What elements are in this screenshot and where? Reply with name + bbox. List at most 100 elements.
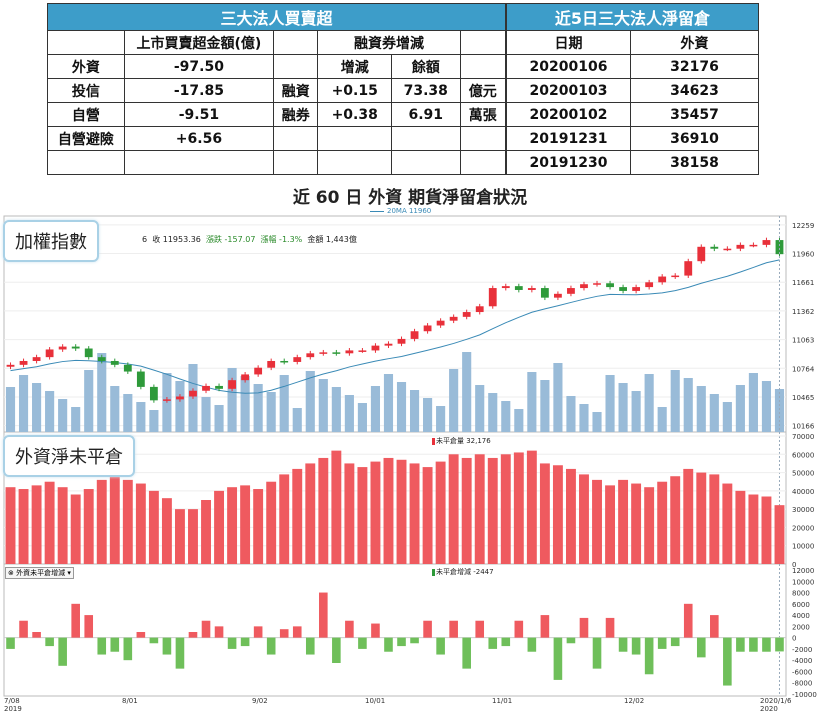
x-tick: 9/02 [252, 697, 268, 705]
oi-bar [487, 457, 498, 564]
oi-bar [148, 490, 159, 564]
change-bar [644, 637, 654, 675]
oi-bar [188, 509, 198, 564]
change-bar [188, 632, 198, 638]
oi-bar [161, 498, 172, 564]
volume-bar [32, 383, 42, 432]
price-y-tick: 10166 [792, 423, 815, 431]
oi-bar [657, 481, 668, 564]
volume-bar [18, 375, 29, 432]
volume-bar [240, 376, 250, 432]
change-y-tick: -6000 [792, 668, 812, 676]
volume-bar [514, 409, 524, 432]
volume-bar [436, 406, 446, 432]
candle [58, 346, 67, 350]
change-bar [384, 637, 393, 652]
candle [319, 352, 328, 354]
change-bar [553, 637, 563, 680]
oi-bar [292, 468, 303, 564]
candle [658, 276, 667, 283]
volume-bar [683, 378, 693, 432]
price-y-tick: 10465 [792, 394, 814, 402]
change-bar [488, 637, 498, 649]
candle [580, 284, 588, 289]
change-bar [723, 637, 732, 686]
oi-bar [70, 494, 81, 564]
candle [71, 346, 80, 349]
change-bar [670, 637, 680, 647]
change-bar [136, 632, 146, 638]
change-y-tick: 6000 [792, 601, 810, 609]
change-y-tick: 10000 [792, 578, 814, 586]
change-bar [345, 620, 354, 638]
oi-bar [318, 457, 329, 564]
candle [97, 357, 106, 361]
change-bar [201, 620, 211, 638]
oi-bar [122, 479, 133, 564]
change-bar [19, 620, 28, 638]
oi-bar [305, 463, 316, 564]
change-legend: 未平倉增減 -2447 [432, 567, 494, 577]
volume-bar [579, 404, 589, 432]
change-y-tick: 8000 [792, 590, 810, 598]
candle [149, 386, 158, 401]
candle [723, 248, 732, 251]
candle [202, 385, 210, 391]
volume-bar [58, 399, 68, 432]
change-bar [410, 637, 419, 644]
candle [228, 380, 236, 389]
volume-bar [722, 402, 732, 432]
change-bar [45, 637, 54, 647]
volume-bar [657, 407, 667, 432]
volume-bar [84, 370, 94, 432]
oi-bar [279, 474, 290, 564]
volume-bar [409, 390, 420, 432]
candle [475, 306, 484, 313]
x-tick-year: 2020 [760, 705, 778, 713]
chevron-down-icon[interactable]: ▾ [67, 568, 71, 578]
candle [163, 399, 171, 401]
oi-bar [396, 459, 407, 564]
change-bar [775, 637, 784, 652]
oi-legend: 未平倉量 32,176 [432, 436, 491, 446]
candle [606, 283, 614, 288]
oi-bar [644, 487, 655, 564]
candle [332, 352, 341, 354]
index-info-bar: 6 收 11953.36 漲跌 -157.07 漲幅 -1.3% 金額 1,44… [142, 235, 357, 244]
oi-y-tick: 30000 [792, 506, 814, 514]
change-bar [162, 637, 172, 655]
x-tick: 7/08 [4, 697, 20, 705]
change-y-tick: 12000 [792, 567, 814, 575]
change-bar [332, 637, 341, 663]
volume-bar [488, 393, 498, 432]
price-panel-frame [3, 215, 787, 433]
candle [123, 364, 132, 372]
candle [593, 283, 601, 285]
oi-bar [174, 509, 185, 564]
close-icon[interactable]: ⊗ [8, 568, 14, 578]
change-bar [358, 637, 367, 649]
change-y-tick: -10000 [792, 691, 817, 699]
oi-bar [44, 481, 55, 564]
candle [671, 275, 680, 278]
oi-y-tick: 10000 [792, 543, 814, 551]
change-bar [397, 637, 406, 647]
oi-bar [266, 481, 277, 564]
volume-bar [605, 375, 615, 432]
change-bar [6, 637, 15, 649]
change-bar [71, 603, 80, 638]
indicator-selector[interactable]: ⊗ 外資未平倉增減 ▾ [5, 567, 74, 579]
oi-bar [618, 479, 629, 564]
change-bar [540, 615, 550, 638]
candle [697, 246, 706, 262]
oi-bar [552, 465, 563, 564]
volume-bar [175, 381, 185, 432]
volume-bar [462, 352, 472, 432]
change-panel-frame [3, 563, 787, 697]
candle [619, 287, 627, 291]
oi-y-tick: 70000 [792, 433, 814, 441]
candle [371, 345, 380, 351]
change-bar [527, 637, 537, 652]
candle [84, 348, 93, 358]
change-bar [97, 637, 107, 655]
